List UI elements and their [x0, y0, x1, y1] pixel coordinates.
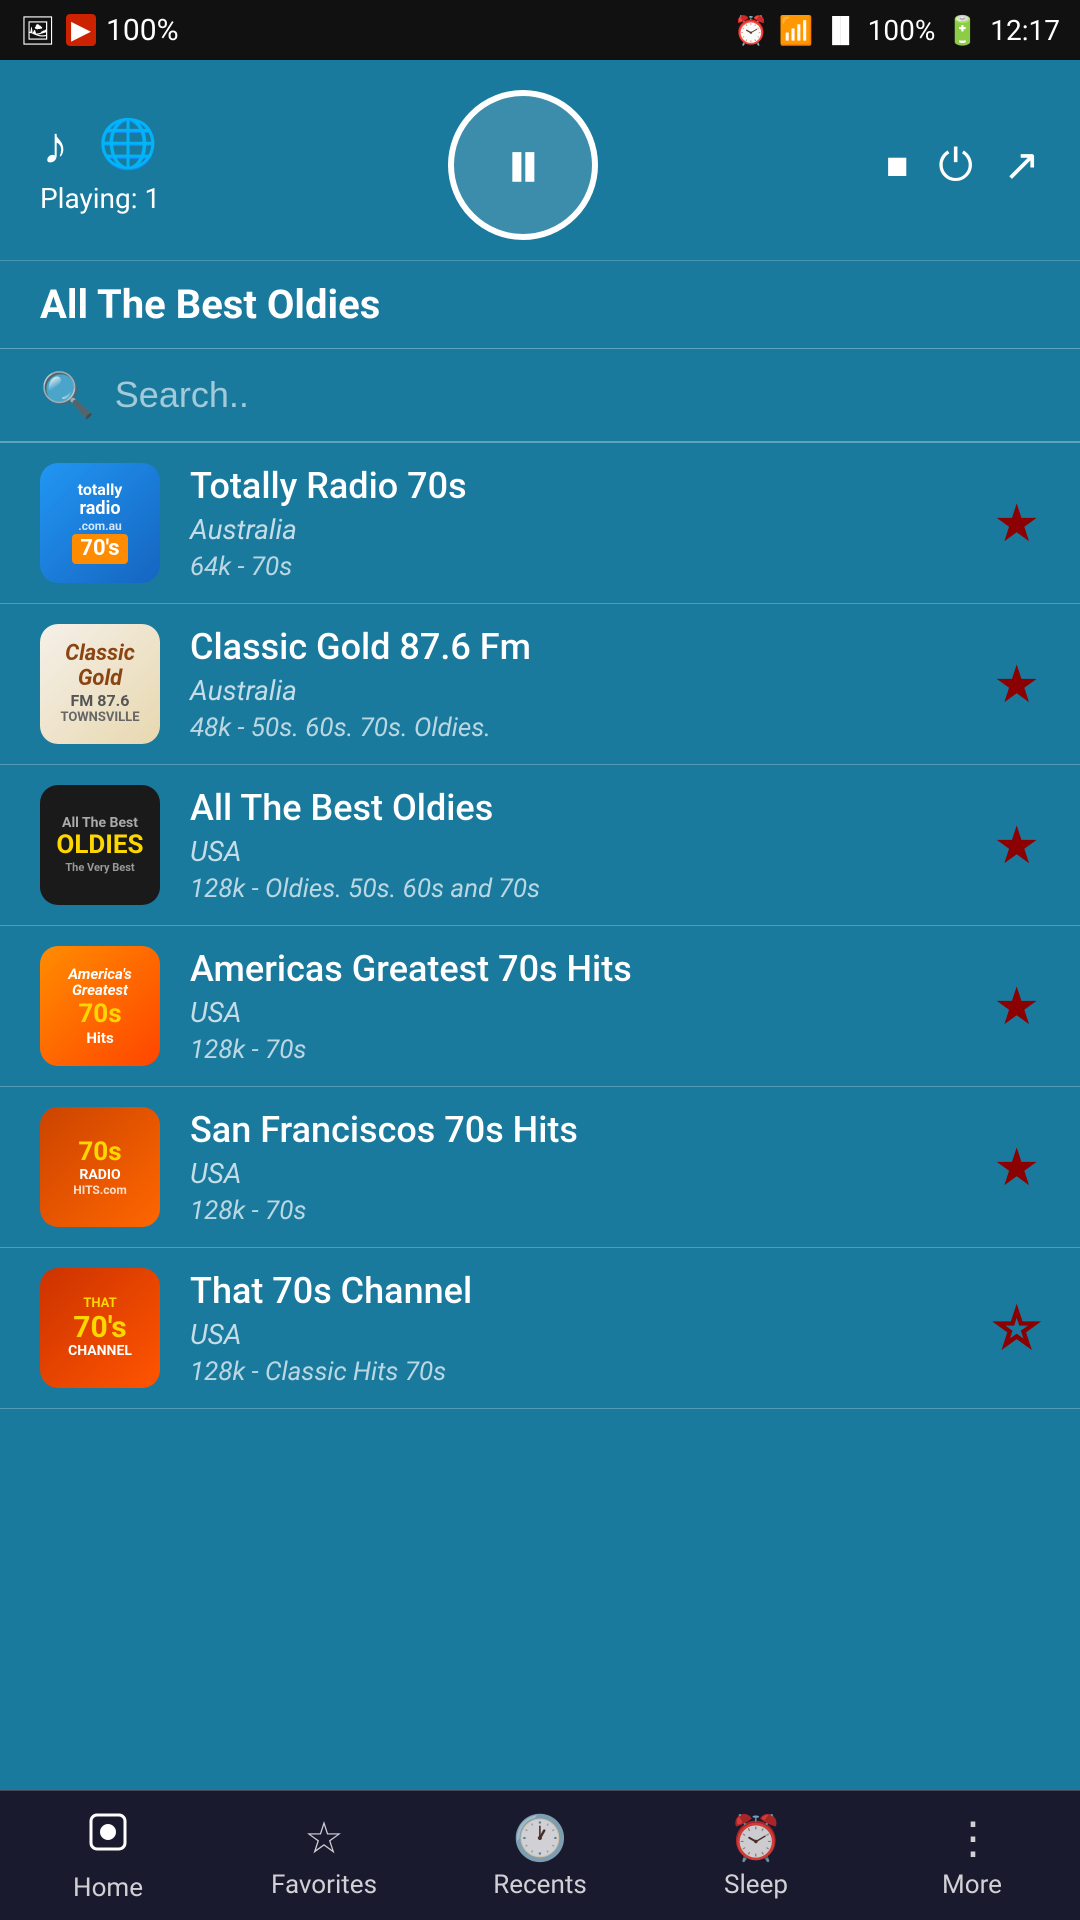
- app-icon: ▶: [66, 14, 96, 46]
- current-station-title: All The Best Oldies: [40, 281, 1040, 328]
- station-logo: All The Best OLDIES The Very Best: [40, 785, 160, 905]
- search-input[interactable]: [115, 374, 1040, 416]
- status-bar-right: ⏰ 📶 ▐▌ 100% 🔋 12:17: [734, 14, 1060, 47]
- favorite-star[interactable]: ★: [993, 493, 1040, 554]
- favorite-star[interactable]: ★: [993, 976, 1040, 1037]
- nav-item-favorites[interactable]: ☆ Favorites: [216, 1812, 432, 1900]
- playing-label: Playing: 1: [40, 182, 160, 215]
- station-name: That 70s Channel: [190, 1270, 973, 1312]
- more-icon: ⋮: [951, 1812, 993, 1864]
- station-meta: 48k - 50s. 60s. 70s. Oldies.: [190, 713, 973, 743]
- station-name: All The Best Oldies: [190, 787, 973, 829]
- station-info: Totally Radio 70s Australia 64k - 70s: [190, 465, 973, 582]
- favorite-star[interactable]: ★: [993, 1137, 1040, 1198]
- music-note-icon[interactable]: ♪: [42, 115, 68, 176]
- signal-icon: ▐▌: [824, 16, 858, 45]
- station-item[interactable]: America'sGreatest 70s Hits Americas Grea…: [0, 926, 1080, 1087]
- station-logo: THAT 70's CHANNEL: [40, 1268, 160, 1388]
- pause-icon: ⏸: [505, 122, 541, 208]
- station-item[interactable]: All The Best OLDIES The Very Best All Th…: [0, 765, 1080, 926]
- station-country: USA: [190, 1157, 973, 1190]
- station-item[interactable]: THAT 70's CHANNEL That 70s Channel USA 1…: [0, 1248, 1080, 1409]
- wifi-icon: 📶: [779, 14, 814, 47]
- bottom-nav: Home ☆ Favorites 🕐 Recents ⏰ Sleep ⋮ Mor…: [0, 1790, 1080, 1920]
- station-country: USA: [190, 835, 973, 868]
- recents-icon: 🕐: [513, 1812, 568, 1864]
- pause-button[interactable]: ⏸: [448, 90, 598, 240]
- globe-icon[interactable]: 🌐: [98, 115, 158, 176]
- station-country: USA: [190, 1318, 973, 1351]
- station-meta: 64k - 70s: [190, 552, 973, 582]
- station-name: Classic Gold 87.6 Fm: [190, 626, 973, 668]
- search-icon: 🔍: [40, 369, 95, 421]
- station-item[interactable]: 70s RADIO HITS.com San Franciscos 70s Hi…: [0, 1087, 1080, 1248]
- nav-label-more: More: [942, 1870, 1002, 1900]
- current-station-bar: All The Best Oldies: [0, 261, 1080, 349]
- nav-item-recents[interactable]: 🕐 Recents: [432, 1812, 648, 1900]
- station-info: All The Best Oldies USA 128k - Oldies. 5…: [190, 787, 973, 904]
- station-name: Americas Greatest 70s Hits: [190, 948, 973, 990]
- favorites-icon: ☆: [304, 1812, 343, 1864]
- station-info: San Franciscos 70s Hits USA 128k - 70s: [190, 1109, 973, 1226]
- station-meta: 128k - 70s: [190, 1035, 973, 1065]
- station-country: USA: [190, 996, 973, 1029]
- nav-label-recents: Recents: [493, 1870, 587, 1900]
- stop-icon[interactable]: ⏹: [886, 139, 908, 191]
- player-header: ♪ 🌐 Playing: 1 ⏸ ⏹ ⏻ ↗: [0, 60, 1080, 261]
- power-icon[interactable]: ⏻: [938, 139, 973, 191]
- player-left-controls: ♪ 🌐 Playing: 1: [40, 115, 160, 215]
- station-name: Totally Radio 70s: [190, 465, 973, 507]
- station-info: That 70s Channel USA 128k - Classic Hits…: [190, 1270, 973, 1387]
- nav-label-home: Home: [73, 1873, 143, 1903]
- station-country: Australia: [190, 513, 973, 546]
- nav-item-home[interactable]: Home: [0, 1809, 216, 1903]
- station-info: Classic Gold 87.6 Fm Australia 48k - 50s…: [190, 626, 973, 743]
- station-logo: totally radio .com.au 70's: [40, 463, 160, 583]
- home-icon: [85, 1809, 131, 1867]
- alarm-icon: ⏰: [734, 14, 769, 47]
- nav-item-sleep[interactable]: ⏰ Sleep: [648, 1812, 864, 1900]
- station-logo: America'sGreatest 70s Hits: [40, 946, 160, 1066]
- station-country: Australia: [190, 674, 973, 707]
- favorite-star[interactable]: ★: [993, 815, 1040, 876]
- favorite-star[interactable]: ★: [993, 654, 1040, 715]
- image-icon: 🖼: [20, 14, 56, 47]
- station-info: Americas Greatest 70s Hits USA 128k - 70…: [190, 948, 973, 1065]
- station-logo: Classic Gold FM 87.6 TOWNSVILLE: [40, 624, 160, 744]
- player-right-controls: ⏹ ⏻ ↗: [886, 139, 1040, 191]
- station-meta: 128k - Oldies. 50s. 60s and 70s: [190, 874, 973, 904]
- station-meta: 128k - Classic Hits 70s: [190, 1357, 973, 1387]
- station-logo: 70s RADIO HITS.com: [40, 1107, 160, 1227]
- status-bar: 🖼 ▶ 100% ⏰ 📶 ▐▌ 100% 🔋 12:17: [0, 0, 1080, 60]
- favorite-star-empty[interactable]: ☆: [993, 1298, 1040, 1359]
- signal-count: 100%: [106, 13, 179, 48]
- battery-icon: 🔋: [945, 14, 980, 47]
- sleep-icon: ⏰: [729, 1812, 784, 1864]
- nav-label-sleep: Sleep: [724, 1870, 788, 1900]
- battery-percent: 100%: [868, 14, 936, 47]
- station-item[interactable]: totally radio .com.au 70's Totally Radio…: [0, 443, 1080, 604]
- nav-label-favorites: Favorites: [271, 1870, 377, 1900]
- nav-item-more[interactable]: ⋮ More: [864, 1812, 1080, 1900]
- station-meta: 128k - 70s: [190, 1196, 973, 1226]
- share-icon[interactable]: ↗: [1003, 139, 1040, 191]
- clock: 12:17: [990, 14, 1060, 47]
- station-item[interactable]: Classic Gold FM 87.6 TOWNSVILLE Classic …: [0, 604, 1080, 765]
- station-list: totally radio .com.au 70's Totally Radio…: [0, 443, 1080, 1773]
- search-bar[interactable]: 🔍: [0, 349, 1080, 443]
- status-bar-left: 🖼 ▶ 100%: [20, 13, 179, 48]
- station-name: San Franciscos 70s Hits: [190, 1109, 973, 1151]
